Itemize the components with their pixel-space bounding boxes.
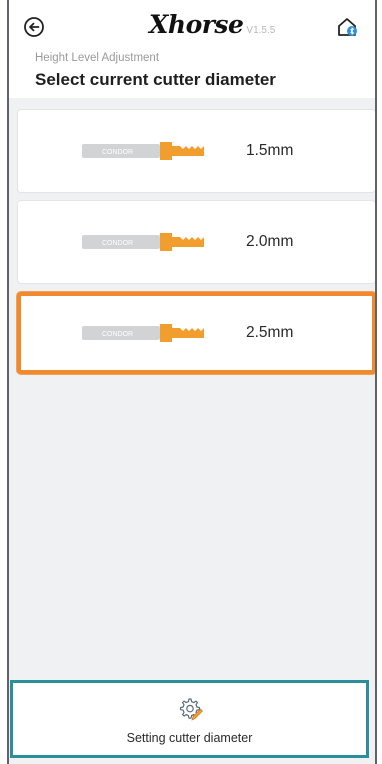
diameter-label: 1.5mm xyxy=(246,142,294,159)
setting-cutter-diameter-button[interactable]: Setting cutter diameter xyxy=(10,680,369,758)
diameter-label: 2.5mm xyxy=(246,324,294,341)
cutter-brand: CONDOR xyxy=(102,240,133,247)
home-bluetooth-icon xyxy=(338,18,357,36)
diameter-label: 2.0mm xyxy=(246,233,294,250)
cutter-image: CONDOR xyxy=(82,233,204,251)
cutter-option-1-5mm[interactable]: CONDOR 1.5mm xyxy=(17,109,375,193)
gear-pencil-icon xyxy=(179,698,203,721)
app-frame: Xhorse V1.5.5 Height Level Adjustment Se… xyxy=(7,0,377,764)
cutter-brand: CONDOR xyxy=(102,149,133,156)
cutter-image: CONDOR xyxy=(82,324,204,342)
setting-cutter-diameter-label: Setting cutter diameter xyxy=(126,731,253,745)
cutter-option-2-5mm[interactable]: CONDOR 2.5mm xyxy=(17,292,375,374)
logo-text: Xhorse xyxy=(149,10,244,39)
back-arrow-icon xyxy=(24,17,44,37)
xhorse-logo: Xhorse V1.5.5 xyxy=(149,10,276,39)
page-title: Select current cutter diameter xyxy=(35,70,276,89)
home-button[interactable] xyxy=(335,14,361,40)
back-button[interactable] xyxy=(23,16,45,38)
cutter-option-2-0mm[interactable]: CONDOR 2.0mm xyxy=(17,200,375,284)
cutter-brand: CONDOR xyxy=(102,331,133,338)
app-version: V1.5.5 xyxy=(246,25,276,36)
header: Xhorse V1.5.5 Height Level Adjustment Se… xyxy=(9,0,375,98)
cutter-image: CONDOR xyxy=(82,142,204,160)
page-subtitle: Height Level Adjustment xyxy=(35,52,160,64)
